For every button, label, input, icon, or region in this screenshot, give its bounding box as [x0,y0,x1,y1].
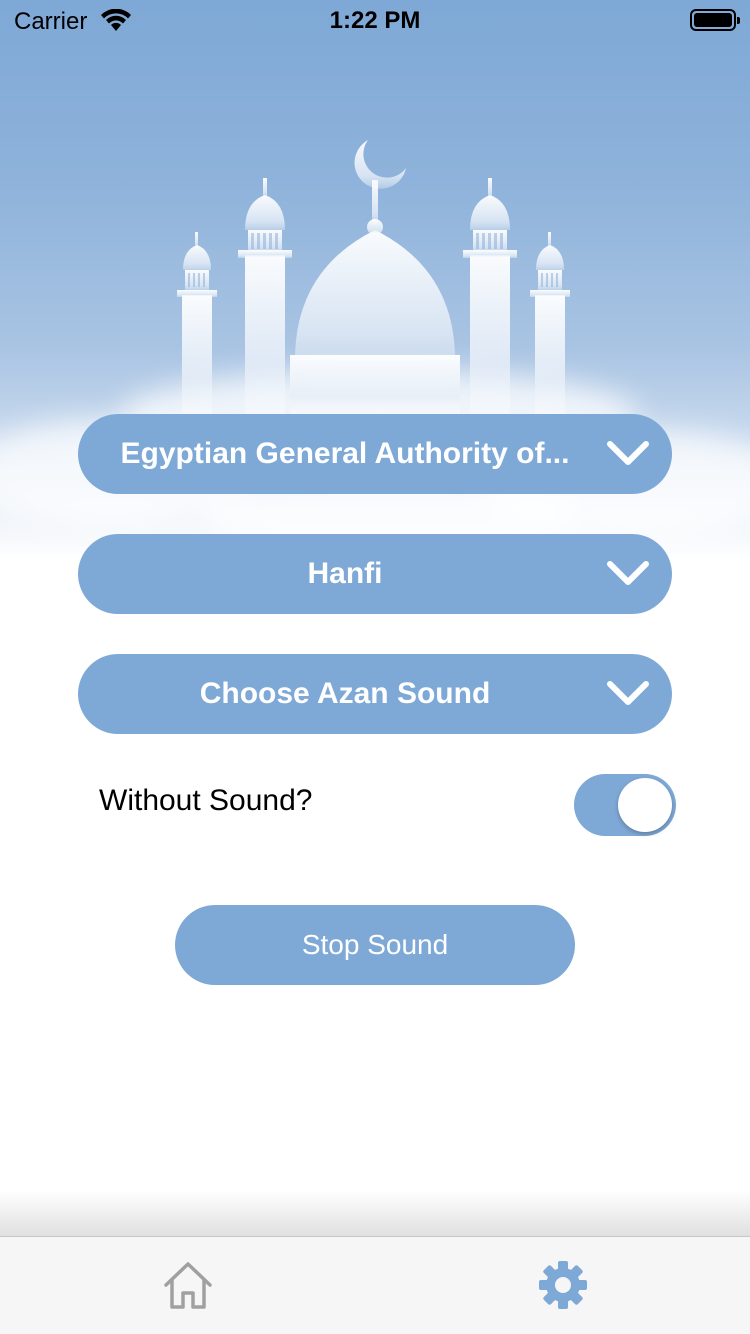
status-bar: Carrier 1:22 PM [0,0,750,40]
calculation-method-dropdown[interactable]: Egyptian General Authority of... [78,414,672,494]
juristic-method-label: Hanfi [307,557,383,590]
azan-sound-dropdown[interactable]: Choose Azan Sound [78,654,672,734]
chevron-down-icon [607,681,649,705]
stop-sound-button[interactable]: Stop Sound [175,905,575,985]
mosque-illustration [177,140,570,415]
juristic-method-dropdown[interactable]: Hanfi [78,534,672,614]
chevron-down-icon [607,441,649,465]
calculation-method-label: Egyptian General Authority of... [120,437,570,470]
battery-icon [690,9,740,31]
without-sound-label: Without Sound? [99,784,313,817]
home-icon[interactable] [162,1259,214,1311]
settings-screen: Carrier 1:22 PM Egyptian General Authori… [0,0,750,1334]
gear-icon[interactable] [537,1259,589,1311]
azan-sound-label: Choose Azan Sound [199,677,491,710]
chevron-down-icon [607,561,649,585]
status-time: 1:22 PM [329,7,421,34]
toggle-knob [618,778,672,832]
without-sound-toggle[interactable] [574,774,676,836]
tab-bar-shadow [0,1190,750,1236]
tab-bar [0,1236,750,1334]
